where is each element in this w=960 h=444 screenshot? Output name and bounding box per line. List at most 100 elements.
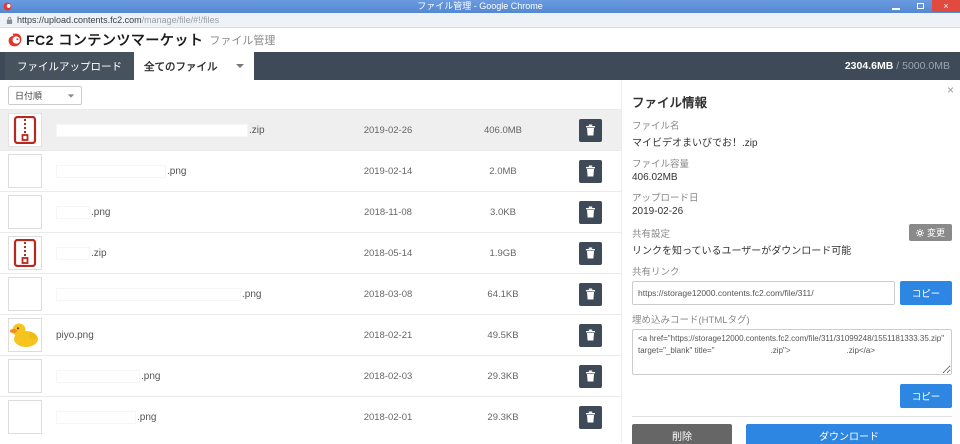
panel-title: ファイル情報 [632, 92, 952, 111]
brand-title: FC2 コンテンツマーケット [26, 30, 203, 50]
trash-icon [585, 329, 596, 341]
minimize-button[interactable] [884, 0, 908, 12]
file-name: .png [56, 370, 329, 383]
file-size: 29.3KB [447, 371, 559, 382]
redacted-name [56, 288, 241, 301]
file-size: 49.5KB [447, 330, 559, 341]
zip-file-icon [8, 113, 42, 147]
sort-order-select[interactable]: 日付順 [8, 86, 82, 105]
share-link-label: 共有リンク [632, 264, 952, 278]
delete-file-button[interactable] [579, 242, 602, 265]
share-permission-text: リンクを知っているユーザーがダウンロード可能 [632, 242, 952, 257]
table-row[interactable]: .png 2018-11-08 3.0KB [0, 191, 621, 232]
file-name: .png [56, 206, 329, 219]
file-date: 2018-03-08 [329, 289, 447, 300]
file-date: 2018-02-21 [329, 330, 447, 341]
delete-file-button[interactable] [579, 283, 602, 306]
change-share-button[interactable]: 変更 [909, 224, 952, 241]
storage-usage: 2304.6MB / 5000.0MB [845, 52, 950, 80]
delete-file-button[interactable] [579, 201, 602, 224]
blank-thumbnail [8, 154, 42, 188]
window-title: ファイル管理 - Google Chrome [0, 0, 960, 13]
delete-file-button[interactable] [579, 160, 602, 183]
main-nav: ファイルアップロード 全てのファイル 2304.6MB / 5000.0MB [0, 52, 960, 80]
redacted-name [56, 124, 248, 137]
upload-date-label: アップロード日 [632, 190, 952, 204]
delete-file-button[interactable] [579, 365, 602, 388]
file-ext: .png [141, 371, 160, 382]
file-date: 2019-02-26 [329, 125, 447, 136]
file-ext: .png [242, 289, 261, 300]
filename-label: ファイル名 [632, 118, 952, 132]
divider [632, 416, 952, 417]
app-header: FC2 コンテンツマーケット ファイル管理 [0, 28, 960, 52]
delete-button[interactable]: 削除 [632, 424, 732, 444]
trash-icon [585, 288, 596, 300]
redacted-name [56, 370, 140, 383]
embed-code-textarea[interactable]: <a href="https://storage12000.contents.f… [632, 329, 952, 375]
copy-link-button[interactable]: コピー [900, 281, 952, 305]
file-name: .zip [56, 124, 329, 137]
chevron-down-icon [236, 64, 244, 68]
storage-used: 2304.6MB [845, 60, 893, 72]
delete-file-button[interactable] [579, 406, 602, 429]
url-text: https://upload.contents.fc2.com/manage/f… [17, 15, 219, 25]
file-size: 3.0KB [447, 207, 559, 218]
file-size: 406.0MB [447, 125, 559, 136]
redacted-name [56, 247, 90, 260]
delete-file-button[interactable] [579, 119, 602, 142]
url-path: /manage/file/#!/files [142, 15, 220, 25]
trash-icon [585, 247, 596, 259]
table-row[interactable]: .zip 2019-02-26 406.0MB [0, 109, 621, 150]
redacted-name [56, 411, 136, 424]
file-ext: .png [137, 412, 156, 423]
sort-order-label: 日付順 [15, 89, 42, 102]
table-row[interactable]: .png 2018-02-03 29.3KB [0, 355, 621, 396]
share-setting-label: 共有設定 [632, 226, 670, 240]
gear-icon [916, 229, 924, 237]
embed-code-label: 埋め込みコード(HTMLタグ) [632, 312, 952, 326]
table-row[interactable]: piyo.png 2018-02-21 49.5KB [0, 314, 621, 355]
file-date: 2018-02-03 [329, 371, 447, 382]
file-name: .zip [56, 247, 329, 260]
file-ext: .zip [91, 248, 107, 259]
file-size: 29.3KB [447, 412, 559, 423]
blank-thumbnail [8, 400, 42, 434]
chevron-down-icon [68, 94, 74, 97]
download-button[interactable]: ダウンロード [746, 424, 952, 444]
page-title: ファイル管理 [209, 32, 275, 48]
maximize-button[interactable] [908, 0, 932, 12]
tab-file-upload[interactable]: ファイルアップロード [5, 52, 134, 80]
file-date: 2018-02-01 [329, 412, 447, 423]
filesize-label: ファイル容量 [632, 156, 952, 170]
table-row[interactable]: .zip 2018-05-14 1.9GB [0, 232, 621, 273]
file-name-text: piyo.png [56, 330, 94, 341]
share-link-input[interactable] [632, 281, 895, 305]
close-button[interactable]: × [932, 0, 960, 12]
close-icon[interactable]: × [947, 84, 954, 96]
zip-file-icon [8, 236, 42, 270]
redacted-name [56, 165, 166, 178]
filesize-value: 406.02MB [632, 172, 952, 183]
file-date: 2018-11-08 [329, 207, 447, 218]
upload-date-value: 2019-02-26 [632, 206, 952, 217]
table-row[interactable]: .png 2018-03-08 64.1KB [0, 273, 621, 314]
file-ext: .zip [249, 125, 265, 136]
duck-thumbnail [8, 318, 42, 352]
file-size: 64.1KB [447, 289, 559, 300]
copy-embed-button[interactable]: コピー [900, 384, 952, 408]
table-row[interactable]: .png 2019-02-14 2.0MB [0, 150, 621, 191]
tab-all-files[interactable]: 全てのファイル [134, 52, 254, 80]
file-name: piyo.png [56, 330, 329, 341]
delete-file-button[interactable] [579, 324, 602, 347]
redacted-name [56, 206, 90, 219]
file-size: 1.9GB [447, 248, 559, 259]
address-bar[interactable]: https://upload.contents.fc2.com/manage/f… [0, 13, 960, 28]
file-date: 2018-05-14 [329, 248, 447, 259]
blank-thumbnail [8, 195, 42, 229]
fc2-logo-icon [7, 32, 23, 48]
file-list: 日付順 .zip 2019-02-26 406.0MB .png 2019-02… [0, 80, 622, 443]
trash-icon [585, 411, 596, 423]
filename-value: マイビデオまいびでお！.zip [632, 134, 952, 149]
table-row[interactable]: .png 2018-02-01 29.3KB [0, 396, 621, 437]
